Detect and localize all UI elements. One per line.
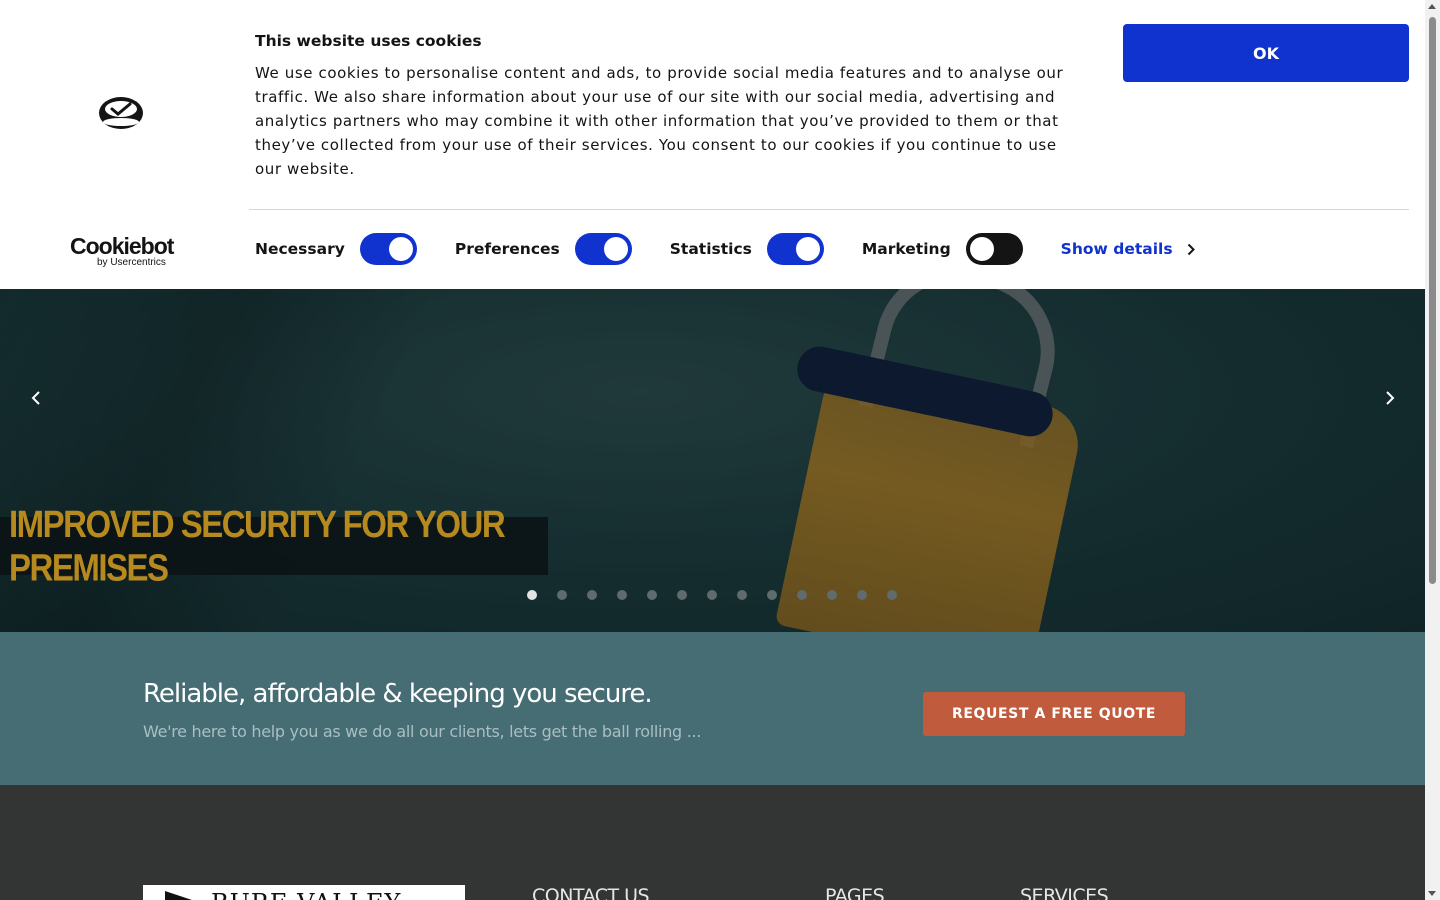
scroll-down-arrow-icon[interactable] xyxy=(1428,891,1436,896)
slider-dot[interactable] xyxy=(887,590,897,600)
slider-pagination xyxy=(527,590,917,600)
cta-subtitle: We're here to help you as we do all our … xyxy=(143,722,702,741)
toggle-preferences: Preferences xyxy=(455,233,632,265)
cookie-toggle-row: Necessary Preferences Statistics Marketi… xyxy=(255,232,1195,266)
site-footer: BURE VALLEY CONTACT US PAGES SERVICES xyxy=(0,785,1425,900)
scroll-thumb[interactable] xyxy=(1429,17,1436,584)
cookie-ok-button[interactable]: OK xyxy=(1123,24,1409,82)
chevron-right-icon xyxy=(1187,243,1195,255)
hero-slider: IMPROVED SECURITY FOR YOUR PREMISES xyxy=(0,289,1425,632)
cookie-banner-title: This website uses cookies xyxy=(255,32,482,50)
cookiebot-brand: Cookiebot by Usercentrics xyxy=(70,234,180,268)
show-details-label: Show details xyxy=(1060,240,1173,258)
slider-dot[interactable] xyxy=(617,590,627,600)
show-details-link[interactable]: Show details xyxy=(1061,240,1195,258)
slider-dot[interactable] xyxy=(527,590,537,600)
cookiebot-brand-sub: by Usercentrics xyxy=(97,257,166,268)
slider-dot[interactable] xyxy=(677,590,687,600)
toggle-statistics-switch[interactable] xyxy=(766,233,824,265)
switch-knob xyxy=(603,237,628,261)
cookie-consent-banner: Cookiebot by Usercentrics This website u… xyxy=(0,0,1425,289)
chevron-left-icon[interactable] xyxy=(26,386,46,410)
footer-logo[interactable]: BURE VALLEY xyxy=(143,885,465,900)
slider-dot[interactable] xyxy=(557,590,567,600)
chevron-right-icon[interactable] xyxy=(1380,386,1400,410)
toggle-necessary-switch[interactable] xyxy=(359,233,417,265)
switch-knob xyxy=(795,237,820,261)
toggle-preferences-switch[interactable] xyxy=(574,233,632,265)
toggle-necessary-label: Necessary xyxy=(255,240,345,258)
request-quote-button[interactable]: REQUEST A FREE QUOTE xyxy=(923,692,1185,736)
logo-mark-icon xyxy=(165,891,195,900)
toggle-statistics-label: Statistics xyxy=(669,240,752,258)
switch-knob xyxy=(969,237,994,261)
footer-heading-services: SERVICES xyxy=(1020,885,1109,900)
slider-dot[interactable] xyxy=(827,590,837,600)
cookie-banner-divider xyxy=(249,209,1409,210)
switch-knob xyxy=(388,237,413,261)
cta-band: Reliable, affordable & keeping you secur… xyxy=(0,632,1425,785)
cookie-banner-text: We use cookies to personalise content an… xyxy=(255,64,1064,178)
toggle-statistics: Statistics xyxy=(670,233,824,265)
cookiebot-cup-icon xyxy=(99,97,143,129)
slider-dot[interactable] xyxy=(707,590,717,600)
slider-dot[interactable] xyxy=(587,590,597,600)
page-scrollbar[interactable] xyxy=(1425,0,1440,900)
slider-dot[interactable] xyxy=(647,590,657,600)
toggle-marketing-label: Marketing xyxy=(861,240,951,258)
footer-logo-text: BURE VALLEY xyxy=(211,889,401,900)
slider-dot[interactable] xyxy=(857,590,867,600)
cta-title: Reliable, affordable & keeping you secur… xyxy=(143,679,653,709)
toggle-necessary: Necessary xyxy=(255,233,417,265)
hero-caption: IMPROVED SECURITY FOR YOUR PREMISES xyxy=(0,502,548,589)
slider-dot[interactable] xyxy=(737,590,747,600)
hero-caption-text: IMPROVED SECURITY FOR YOUR PREMISES xyxy=(9,502,506,589)
slider-dot[interactable] xyxy=(797,590,807,600)
cookiebot-brand-name: Cookiebot xyxy=(70,233,174,259)
footer-heading-contact: CONTACT US xyxy=(532,885,650,900)
slider-dot[interactable] xyxy=(767,590,777,600)
footer-heading-pages: PAGES xyxy=(825,885,885,900)
toggle-marketing: Marketing xyxy=(862,233,1023,265)
scroll-up-arrow-icon[interactable] xyxy=(1428,4,1436,9)
toggle-preferences-label: Preferences xyxy=(454,240,560,258)
toggle-marketing-switch[interactable] xyxy=(965,233,1023,265)
